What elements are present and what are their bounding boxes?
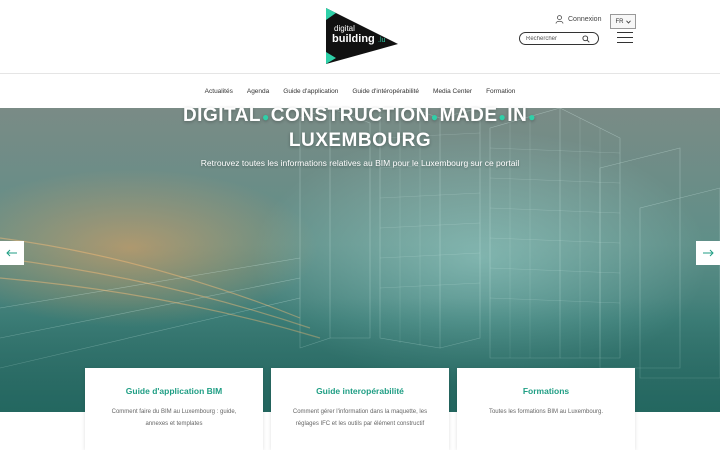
language-selector[interactable]: FR xyxy=(610,14,636,29)
carousel-prev-button[interactable] xyxy=(0,241,24,265)
nav-item-guide-application[interactable]: Guide d'application xyxy=(276,88,345,95)
card-guide-interoperabilite[interactable]: Guide interopérabilité Comment gérer l'i… xyxy=(271,368,449,450)
card-description: Comment gérer l'information dans la maqu… xyxy=(292,409,428,427)
logo-top-text: digital xyxy=(334,24,355,33)
hero-title: DIGITAL●CONSTRUCTION●MADE●IN● LUXEMBOURG xyxy=(182,105,537,151)
search-input[interactable] xyxy=(526,35,582,42)
card-title: Formations xyxy=(522,386,570,396)
nav-item-formation[interactable]: Formation xyxy=(479,88,522,95)
search-icon[interactable] xyxy=(582,34,590,43)
hero-banner xyxy=(0,108,720,412)
language-label: FR xyxy=(615,18,624,25)
hero-title-word: CONSTRUCTION xyxy=(270,105,430,126)
user-icon xyxy=(555,15,564,24)
arrow-left-icon xyxy=(6,249,17,257)
card-formations[interactable]: Formations Toutes les formations BIM au … xyxy=(457,368,635,450)
nav-item-media-center[interactable]: Media Center xyxy=(426,88,479,95)
hero-title-word: DIGITAL xyxy=(182,105,262,126)
login-link[interactable]: Connexion xyxy=(555,15,601,24)
nav-item-agenda[interactable]: Agenda xyxy=(240,88,276,95)
carousel-next-button[interactable] xyxy=(696,241,720,265)
logo-suffix-text: .lu xyxy=(378,37,386,44)
card-guide-application[interactable]: Guide d'application BIM Comment faire du… xyxy=(85,368,263,450)
login-label: Connexion xyxy=(568,16,602,23)
hero-title-word: IN xyxy=(507,105,528,126)
hamburger-icon[interactable] xyxy=(617,32,633,44)
card-title: Guide interopérabilité xyxy=(316,386,404,396)
hero-title-word: LUXEMBOURG xyxy=(288,130,432,151)
main-nav: Actualités Agenda Guide d'application Gu… xyxy=(0,74,720,108)
arrow-right-icon xyxy=(703,249,714,257)
card-description: Toutes les formations BIM au Luxembourg. xyxy=(488,409,604,415)
logo-main-text: building xyxy=(332,33,375,45)
nav-item-actualites[interactable]: Actualités xyxy=(198,88,240,95)
chevron-down-icon xyxy=(625,20,631,24)
card-description: Comment faire du BIM au Luxembourg : gui… xyxy=(111,409,237,427)
search-box xyxy=(519,32,599,45)
logo[interactable]: digital building .lu xyxy=(322,8,400,64)
site-header: digital building .lu Connexion FR xyxy=(0,0,720,74)
card-title: Guide d'application BIM xyxy=(125,386,223,396)
hero-title-word: MADE xyxy=(439,105,498,126)
hero-subtitle: Retrouvez toutes les informations relati… xyxy=(200,158,520,168)
nav-item-guide-interoperabilite[interactable]: Guide d'intéropérabilité xyxy=(345,88,426,95)
